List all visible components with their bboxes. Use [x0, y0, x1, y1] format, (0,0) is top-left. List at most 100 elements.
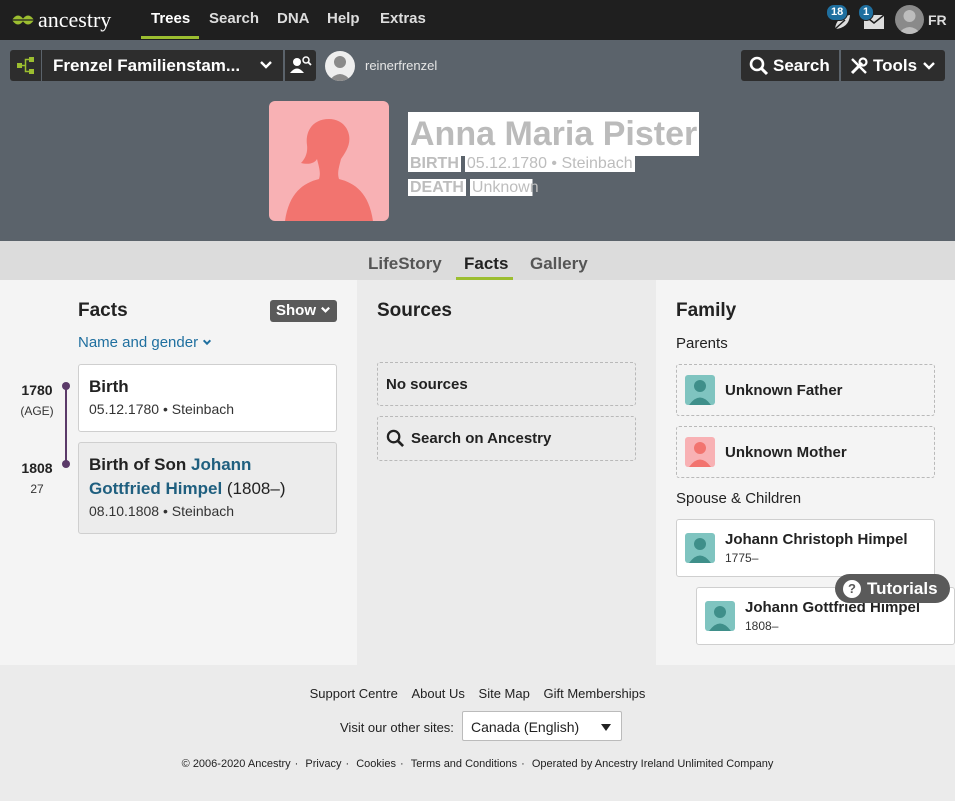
leaf-icon: [11, 15, 35, 25]
female-silhouette-icon: [285, 119, 373, 221]
tab-facts[interactable]: Facts: [464, 254, 508, 274]
birth-summary: BIRTH 05.12.1780 • Steinbach: [408, 155, 635, 173]
birth-label: BIRTH: [408, 155, 461, 172]
footer: Support Centre About Us Site Map Gift Me…: [0, 665, 955, 801]
user-silhouette-icon: [329, 56, 351, 81]
tree-owner-avatar[interactable]: [325, 51, 355, 81]
chevron-down-icon: [923, 61, 935, 70]
chevron-down-icon: [321, 306, 331, 313]
spouse-info: Johann Christoph Himpel 1775–: [725, 531, 908, 565]
legal-link-cookies[interactable]: Cookies: [356, 758, 396, 770]
timeline-dot: [62, 460, 70, 468]
search-on-ancestry-button[interactable]: Search on Ancestry: [377, 416, 636, 461]
female-silhouette-icon: [689, 442, 711, 467]
timeline-dot: [62, 382, 70, 390]
no-sources-label: No sources: [386, 375, 468, 393]
name-and-gender-link[interactable]: Name and gender: [78, 334, 212, 351]
nav-trees[interactable]: Trees: [151, 10, 190, 27]
child-years: 1808–: [745, 619, 779, 633]
show-button[interactable]: Show: [270, 300, 337, 322]
search-icon: [386, 429, 405, 448]
unknown-mother-card[interactable]: Unknown Mother: [676, 426, 935, 478]
legal-link-operator[interactable]: Operated by Ancestry Ireland Unlimited C…: [532, 758, 774, 770]
fact-detail: 05.12.1780 • Steinbach: [89, 401, 235, 417]
spouse-card[interactable]: Johann Christoph Himpel 1775–: [676, 519, 935, 577]
footer-links: Support Centre About Us Site Map Gift Me…: [0, 686, 955, 701]
fact-title: Birth: [89, 377, 129, 396]
timeline-line: [65, 386, 67, 464]
male-silhouette-icon: [709, 606, 731, 631]
father-name: Unknown Father: [725, 381, 843, 399]
dropdown-arrow-icon: [601, 724, 611, 731]
spouse-name: Johann Christoph Himpel: [725, 531, 908, 548]
legal-link-terms[interactable]: Terms and Conditions: [411, 758, 517, 770]
fact-title: Birth of Son Johann Gottfried Himpel (18…: [89, 453, 326, 501]
event-year: 1780: [21, 382, 53, 398]
ancestry-logo[interactable]: ancestry: [10, 7, 111, 33]
family-title: Family: [676, 300, 737, 321]
footer-link-sitemap[interactable]: Site Map: [479, 686, 530, 701]
child-info: Johann Gottfried Himpel 1808–: [745, 599, 920, 633]
tree-view-button[interactable]: [10, 50, 41, 81]
facts-column: Facts Show Name and gender 1780 (AGE) 18…: [0, 280, 357, 665]
tools-icon: [850, 56, 868, 74]
fact-title-prefix: Birth of Son: [89, 455, 191, 474]
female-avatar: [685, 437, 715, 467]
user-initials[interactable]: FR: [928, 12, 947, 28]
search-icon: [749, 56, 769, 75]
mother-name: Unknown Mother: [725, 443, 847, 461]
notifications-badge: 18: [826, 4, 849, 21]
fact-card-son-birth[interactable]: Birth of Son Johann Gottfried Himpel (18…: [78, 442, 337, 534]
header-search-button[interactable]: Search: [741, 50, 839, 81]
site-select[interactable]: Canada (English): [462, 711, 622, 741]
site-selected: Canada (English): [471, 719, 580, 735]
death-value: Unknown: [469, 179, 541, 196]
visit-other-sites-label: Visit our other sites:: [340, 720, 454, 735]
tree-selector[interactable]: Frenzel Familienstam...: [42, 50, 283, 81]
nav-help[interactable]: Help: [327, 10, 360, 27]
nav-dna[interactable]: DNA: [277, 10, 310, 27]
footer-link-about[interactable]: About Us: [411, 686, 464, 701]
nav-extras[interactable]: Extras: [380, 10, 426, 27]
tools-button[interactable]: Tools: [841, 50, 945, 81]
logo-text: ancestry: [38, 7, 112, 32]
person-header: Frenzel Familienstam... reinerfrenzel Se…: [0, 40, 955, 241]
male-avatar: [705, 601, 735, 631]
notifications-button[interactable]: 18: [826, 4, 856, 33]
footer-link-support[interactable]: Support Centre: [310, 686, 398, 701]
copyright-text: © 2006-2020 Ancestry: [181, 758, 291, 770]
search-on-ancestry-label: Search on Ancestry: [411, 430, 552, 447]
user-silhouette-icon: [898, 10, 921, 34]
spouse-years: 1775–: [725, 551, 759, 565]
show-label: Show: [276, 302, 316, 319]
find-person-button[interactable]: [285, 50, 316, 81]
messages-button[interactable]: 1: [858, 4, 888, 33]
messages-badge: 1: [858, 4, 875, 21]
male-silhouette-icon: [689, 380, 711, 405]
nav-search[interactable]: Search: [209, 10, 259, 27]
spouse-children-label: Spouse & Children: [676, 490, 802, 507]
unknown-father-card[interactable]: Unknown Father: [676, 364, 935, 416]
chevron-down-icon: [203, 339, 212, 346]
death-summary: DEATH Unknown: [408, 179, 541, 197]
tree-pedigree-icon: [17, 57, 34, 74]
user-avatar[interactable]: [895, 5, 924, 34]
tab-lifestory[interactable]: LifeStory: [368, 254, 442, 274]
fact-detail: 08.10.1808 • Steinbach: [89, 503, 235, 519]
footer-link-gift[interactable]: Gift Memberships: [543, 686, 645, 701]
tutorials-button[interactable]: ? Tutorials: [835, 574, 950, 603]
birth-value: 05.12.1780 • Steinbach: [464, 155, 635, 172]
tools-label: Tools: [873, 55, 918, 75]
search-label: Search: [773, 55, 830, 75]
chevron-down-icon: [260, 61, 272, 69]
tab-gallery[interactable]: Gallery: [530, 254, 588, 274]
tree-name: Frenzel Familienstam...: [53, 56, 241, 75]
family-column: Family Parents Unknown Father Unknown Mo…: [656, 280, 955, 665]
fact-card-birth[interactable]: Birth 05.12.1780 • Steinbach: [78, 364, 337, 432]
fact-title-years: (1808–): [222, 479, 286, 498]
person-portrait[interactable]: [269, 101, 389, 221]
tree-owner-name[interactable]: reinerfrenzel: [365, 58, 437, 73]
filter-label: Name and gender: [78, 334, 199, 351]
event-year: 1808: [21, 460, 53, 476]
legal-link-privacy[interactable]: Privacy: [305, 758, 341, 770]
